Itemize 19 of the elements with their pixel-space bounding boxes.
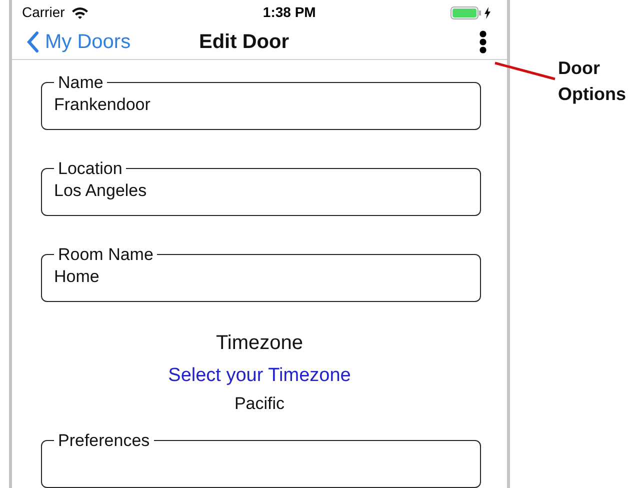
text-input[interactable]: Frankendoor <box>54 92 468 117</box>
text-input[interactable]: Los Angeles <box>54 178 468 203</box>
vertical-dots-icon <box>479 30 487 54</box>
clock-time: 1:38 PM <box>262 3 316 22</box>
carrier-label: Carrier <box>22 3 65 22</box>
field-label: Room Name <box>57 244 154 266</box>
battery-icon <box>450 6 482 20</box>
timezone-value: Pacific <box>234 392 285 414</box>
text-input[interactable]: Home <box>54 264 468 289</box>
field-label: Name <box>57 72 104 94</box>
wifi-icon <box>70 6 89 20</box>
chevron-left-icon <box>26 31 39 54</box>
annotation-label: Door Options <box>558 57 627 106</box>
leader-line <box>494 61 556 81</box>
section-heading: Timezone <box>216 331 304 356</box>
timezone-link[interactable]: Select your Timezone <box>168 362 351 390</box>
screen-title: Edit Door <box>199 30 289 56</box>
field-label: Location <box>57 158 124 180</box>
back-button[interactable]: My Doors <box>26 27 131 58</box>
